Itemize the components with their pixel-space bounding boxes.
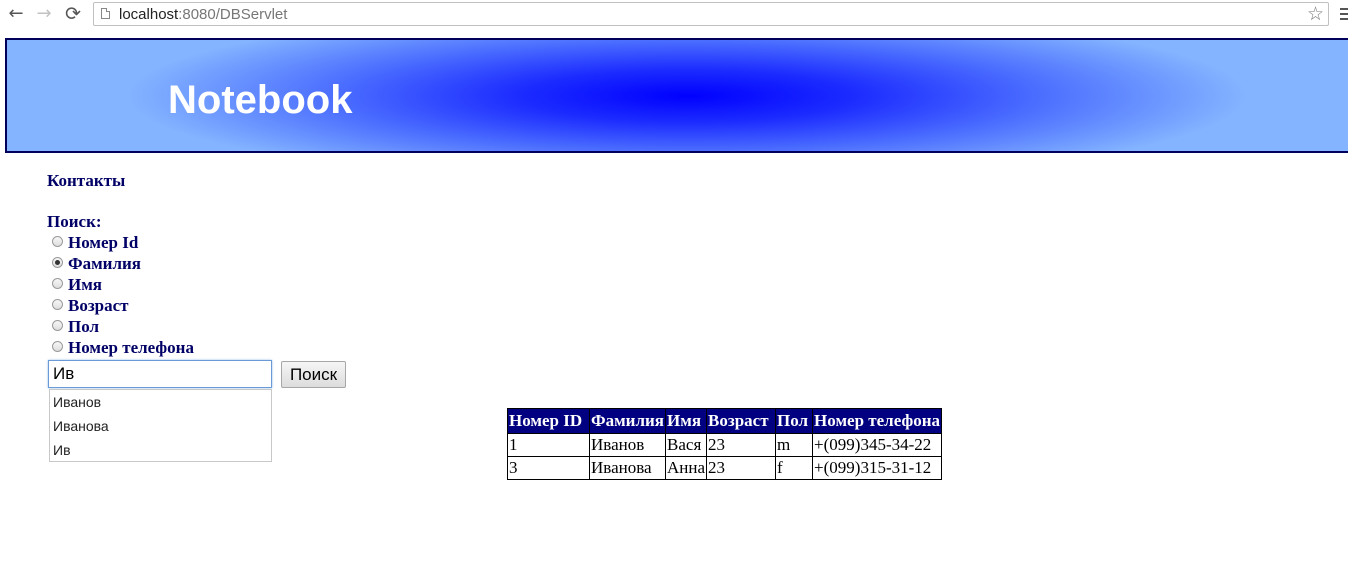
column-header-id: Номер ID [507, 408, 590, 434]
radio-button[interactable] [52, 278, 63, 289]
table-cell: m [775, 433, 814, 457]
search-input[interactable] [48, 360, 272, 388]
radio-label: Номер Id [68, 233, 139, 252]
autocomplete-dropdown: Иванов Иванова Ив [49, 389, 272, 462]
autocomplete-item[interactable]: Иванова [53, 414, 109, 438]
table-cell: +(099)315-31-12 [812, 456, 943, 480]
radio-label: Возраст [68, 296, 129, 315]
url-host: localhost [119, 6, 179, 23]
page-icon [101, 8, 110, 19]
table-cell: 1 [507, 433, 590, 457]
address-bar[interactable]: localhost:8080/DBServlet ☆ [93, 2, 1329, 26]
contacts-title: Контакты [47, 171, 126, 190]
radio-button[interactable] [52, 236, 63, 247]
radio-label: Пол [68, 317, 100, 336]
column-header-phone: Номер телефона [812, 408, 943, 434]
radio-button[interactable] [52, 299, 63, 310]
results-table: Номер ID Фамилия Имя Возраст Пол Номер т… [507, 408, 943, 480]
column-header-surname: Фамилия [588, 408, 667, 434]
url-text[interactable]: localhost:8080/DBServlet [119, 6, 287, 23]
autocomplete-item[interactable]: Ив [53, 438, 71, 462]
table-cell: Иванов [588, 433, 667, 457]
table-cell: Анна [665, 456, 708, 480]
menu-icon[interactable] [1340, 8, 1348, 22]
table-cell: 23 [706, 456, 777, 480]
table-cell: 23 [706, 433, 777, 457]
star-icon[interactable]: ☆ [1307, 3, 1324, 25]
arrow-right-icon[interactable]: → [33, 3, 55, 25]
autocomplete-item[interactable]: Иванов [53, 390, 101, 414]
table-cell: Иванова [588, 456, 667, 480]
column-header-name: Имя [665, 408, 708, 434]
table-cell: 3 [507, 456, 590, 480]
header-banner: Notebook [5, 38, 1348, 153]
table-cell: +(099)345-34-22 [812, 433, 943, 457]
search-label: Поиск: [47, 212, 102, 231]
search-button[interactable]: Поиск [281, 361, 346, 388]
browser-toolbar: ← → ⟳ localhost:8080/DBServlet ☆ [0, 0, 1348, 30]
radio-label: Номер телефона [68, 338, 194, 357]
table-row: 1 Иванов Вася 23 m +(099)345-34-22 [507, 433, 943, 457]
radio-label: Имя [68, 275, 102, 294]
column-header-sex: Пол [775, 408, 814, 434]
url-path: :8080/DBServlet [178, 6, 288, 23]
page-title: Notebook [168, 78, 353, 122]
radio-button[interactable] [52, 320, 63, 331]
table-row: 3 Иванова Анна 23 f +(099)315-31-12 [507, 456, 943, 480]
table-cell: f [775, 456, 814, 480]
radio-label: Фамилия [68, 254, 142, 273]
radio-button[interactable] [52, 341, 63, 352]
radio-button-checked[interactable] [52, 257, 63, 268]
column-header-age: Возраст [706, 408, 777, 434]
table-cell: Вася [665, 433, 708, 457]
reload-icon[interactable]: ⟳ [62, 3, 84, 25]
arrow-left-icon[interactable]: ← [5, 3, 27, 25]
table-header-row: Номер ID Фамилия Имя Возраст Пол Номер т… [507, 408, 943, 434]
